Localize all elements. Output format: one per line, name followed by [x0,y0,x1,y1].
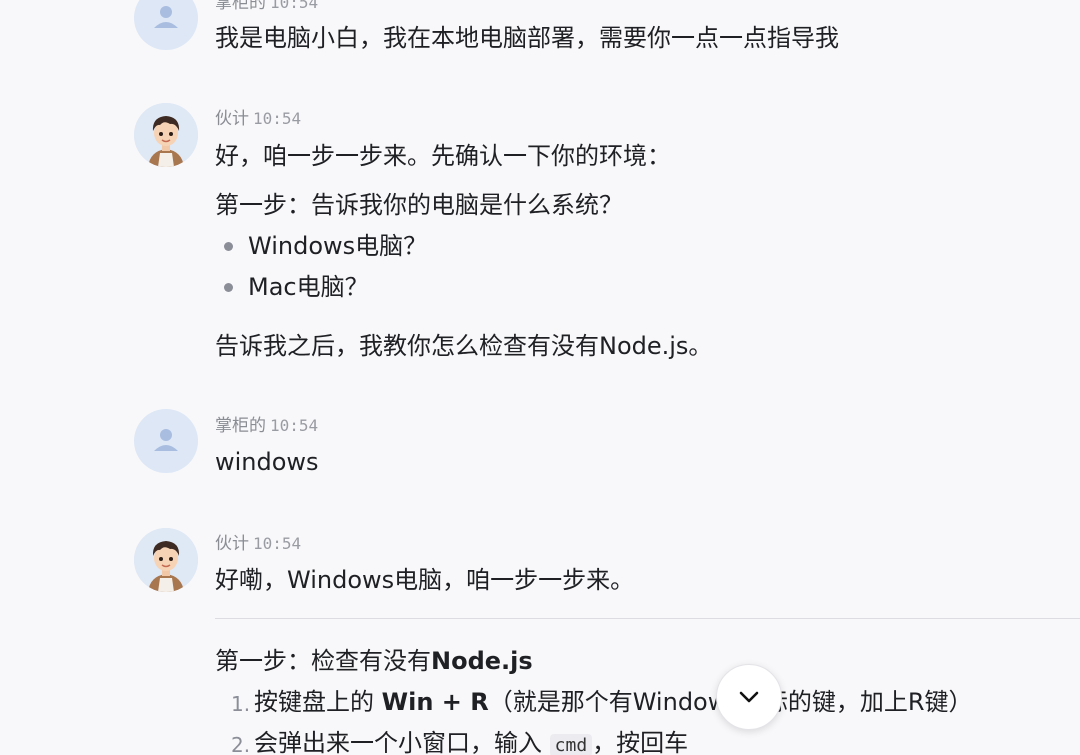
message-meta: 伙计 10:54 [215,104,301,129]
list-number: 1. [231,692,251,716]
message-time: 10:54 [270,0,319,12]
message-text: windows [215,448,319,476]
message-time: 10:54 [270,416,319,435]
assistant-avatar [134,528,198,592]
cartoon-boy-avatar-icon [134,103,198,167]
step-prefix: 第一步：检查有没有 [215,647,431,675]
message-meta: 掌柜的 10:54 [215,0,318,13]
message-time: 10:54 [253,534,302,553]
message-intro: 好，咱一步一步来。先确认一下你的环境： [215,142,671,170]
chevron-down-icon [739,691,759,703]
cartoon-boy-avatar-icon [134,528,198,592]
step-text: 按键盘上的 [254,688,382,716]
user-avatar [134,0,198,50]
inline-code: cmd [549,734,593,755]
message-step: 第一步：告诉我你的电脑是什么系统？ [215,191,623,219]
user-avatar [134,409,198,473]
divider [215,618,1080,619]
chat-thread: 掌柜的 10:54 我是电脑小白，我在本地电脑部署，需要你一点一点指导我 伙计 10… [0,0,1080,755]
list-number: 2. [231,733,251,755]
list-item: Mac电脑？ [248,273,369,301]
message-meta: 掌柜的 10:54 [215,411,318,436]
list-item: 按键盘上的 Win + R（就是那个有Windows图标的键，加上R键） [254,686,973,718]
message-outro: 告诉我之后，我教你怎么检查有没有Node.js。 [215,332,713,360]
message-text: 我是电脑小白，我在本地电脑部署，需要你一点一点指导我 [215,24,839,52]
sender-name: 伙计 [215,109,249,129]
bullet-dot [224,283,233,292]
list-item: Windows电脑？ [248,232,428,260]
sender-name: 掌柜的 [215,0,266,13]
assistant-avatar [134,103,198,167]
sender-name: 掌柜的 [215,416,266,436]
sender-name: 伙计 [215,534,249,554]
step-text: 会弹出来一个小窗口，输入 [254,729,550,755]
bullet-dot [224,242,233,251]
message-time: 10:54 [253,109,302,128]
message-step: 第一步：检查有没有Node.js [215,645,533,677]
scroll-to-bottom-button[interactable] [716,664,782,730]
message-meta: 伙计 10:54 [215,529,301,554]
key-combo: Win + R [381,688,489,716]
step-text: ，按回车 [592,729,689,755]
person-icon [154,429,178,451]
list-item: 会弹出来一个小窗口，输入 cmd ，按回车 [254,727,688,755]
step-bold: Node.js [431,647,533,675]
message-intro: 好嘞，Windows电脑，咱一步一步来。 [215,566,635,594]
person-icon [154,6,178,28]
